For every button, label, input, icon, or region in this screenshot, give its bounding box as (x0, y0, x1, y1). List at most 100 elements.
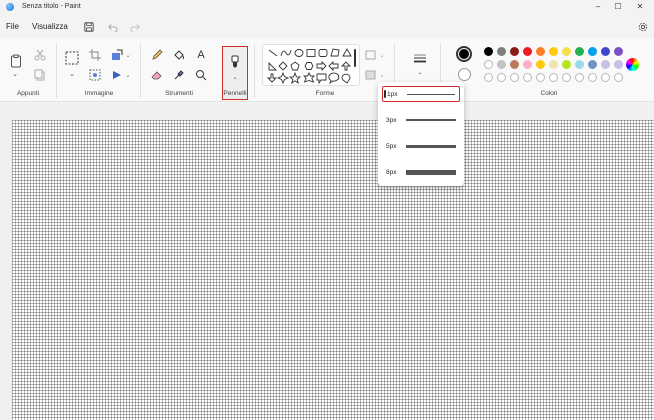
fill-style-chevron-icon[interactable]: ⌄ (378, 68, 386, 82)
color-swatch[interactable] (536, 47, 545, 56)
color-swatch[interactable] (614, 47, 623, 56)
text-icon[interactable]: A (194, 48, 208, 62)
color-swatch[interactable] (523, 47, 532, 56)
color-swatch[interactable] (549, 47, 558, 56)
menu-file[interactable]: File (6, 22, 19, 31)
group-label-tools: Strumenti (165, 90, 193, 97)
color-swatch[interactable] (510, 47, 519, 56)
color-swatch[interactable] (536, 60, 545, 69)
crop-icon[interactable] (88, 48, 102, 62)
color-swatch[interactable] (588, 47, 597, 56)
hexagon-shape-icon (304, 62, 314, 70)
brushes-chevron-icon: ⌄ (232, 74, 238, 81)
eraser-icon[interactable] (150, 68, 164, 82)
empty-color-swatch[interactable] (614, 73, 623, 82)
menu-view[interactable]: Visualizza (32, 22, 68, 31)
magnifier-icon[interactable] (194, 68, 208, 82)
empty-color-swatch[interactable] (549, 73, 558, 82)
color-swatch[interactable] (601, 60, 610, 69)
group-divider (140, 44, 141, 98)
color-swatch[interactable] (614, 60, 623, 69)
paint-app-icon (6, 3, 14, 11)
empty-color-swatch[interactable] (536, 73, 545, 82)
empty-color-swatch[interactable] (484, 73, 493, 82)
size-option-8px[interactable]: 8px (382, 164, 460, 180)
select-chevron-icon[interactable]: ⌄ (67, 70, 77, 78)
size-option-label: 1px (387, 90, 398, 98)
size-chevron-icon[interactable]: ⌄ (415, 68, 425, 76)
primary-color-fill (459, 49, 469, 59)
size-option-label: 3px (386, 116, 397, 124)
resize-icon[interactable] (110, 48, 124, 62)
speech-bubble-cloud-shape-icon (341, 73, 351, 84)
copy-icon[interactable] (33, 68, 47, 82)
color-swatch[interactable] (562, 47, 571, 56)
secondary-color[interactable] (458, 68, 471, 81)
size-option-5px[interactable]: 5px (382, 138, 460, 154)
shapes-gallery-grid (266, 48, 352, 85)
color-swatch[interactable] (588, 60, 597, 69)
size-option-label: 5px (386, 142, 397, 150)
brush-icon (227, 53, 243, 71)
maximize-button[interactable]: ☐ (612, 2, 624, 11)
rotate-chevron-icon[interactable]: ⌄ (124, 68, 132, 82)
cut-icon[interactable] (33, 48, 47, 62)
arrow-down-shape-icon (266, 73, 278, 83)
empty-color-swatch[interactable] (510, 73, 519, 82)
color-swatch[interactable] (562, 60, 571, 69)
color-swatch[interactable] (575, 60, 584, 69)
color-picker-icon[interactable] (172, 68, 186, 82)
pencil-icon[interactable] (150, 48, 164, 62)
empty-color-swatch[interactable] (601, 73, 610, 82)
fill-style-icon[interactable] (364, 68, 378, 82)
minimize-button[interactable]: – (592, 2, 604, 11)
image-select-icon[interactable] (88, 68, 102, 82)
empty-color-swatch[interactable] (575, 73, 584, 82)
resize-chevron-icon[interactable]: ⌄ (124, 48, 132, 62)
size-option-3px[interactable]: 3px (382, 112, 460, 128)
color-swatch[interactable] (523, 60, 532, 69)
color-swatch[interactable] (601, 47, 610, 56)
undo-icon[interactable] (106, 20, 120, 34)
brush-size-dropdown: 1px 3px 5px 8px (378, 82, 464, 186)
save-icon[interactable] (82, 20, 96, 34)
settings-icon[interactable] (636, 20, 650, 34)
primary-color[interactable] (456, 46, 472, 62)
redo-icon[interactable] (128, 20, 142, 34)
select-icon[interactable] (64, 50, 80, 66)
paste-chevron-icon[interactable]: ⌄ (10, 70, 20, 78)
outline-icon[interactable] (364, 48, 378, 62)
drawing-canvas[interactable] (12, 120, 654, 420)
empty-color-swatch[interactable] (523, 73, 532, 82)
fill-icon[interactable] (172, 48, 186, 62)
color-swatch[interactable] (549, 60, 558, 69)
color-swatch[interactable] (484, 47, 493, 56)
color-swatch[interactable] (497, 60, 506, 69)
speech-bubble-oval-shape-icon (328, 72, 340, 85)
group-label-clipboard: Appunti (16, 90, 40, 97)
paste-icon[interactable] (8, 52, 24, 70)
rotate-icon[interactable] (110, 68, 124, 82)
size-icon[interactable] (412, 52, 428, 66)
polygon-shape-icon (330, 48, 340, 57)
shapes-scrollbar[interactable] (354, 49, 356, 67)
speech-bubble-rect-shape-icon (316, 73, 327, 85)
empty-color-swatch[interactable] (588, 73, 597, 82)
edit-colors-icon[interactable] (626, 58, 639, 71)
window-title: Senza titolo - Paint (22, 3, 81, 10)
empty-color-swatch[interactable] (562, 73, 571, 82)
empty-color-swatch[interactable] (497, 73, 506, 82)
shapes-gallery (262, 44, 360, 86)
color-swatch[interactable] (575, 47, 584, 56)
size-option-1px[interactable]: 1px (382, 86, 460, 102)
group-label-shapes: Forme (315, 90, 335, 97)
menu-bar: File Visualizza (0, 18, 654, 36)
line-shape-icon (268, 49, 278, 57)
color-swatch[interactable] (510, 60, 519, 69)
size-option-line (406, 169, 456, 175)
outline-chevron-icon[interactable]: ⌄ (378, 48, 386, 62)
close-button[interactable]: ✕ (634, 2, 646, 11)
color-swatch[interactable] (484, 60, 493, 69)
arrow-right-shape-icon (316, 60, 327, 72)
color-swatch[interactable] (497, 47, 506, 56)
